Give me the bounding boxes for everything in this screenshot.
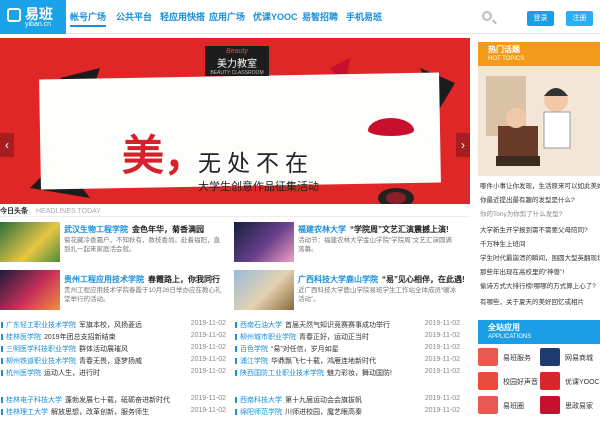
nav-item-public-platform[interactable]: 公共平台 xyxy=(116,10,152,23)
yiban-logo-icon xyxy=(7,8,21,22)
applications-title: 全站应用 xyxy=(488,323,520,332)
list-item[interactable]: 绵阳师范学院 川师进校园，魔艺眼高秦 2019-11-02 xyxy=(235,407,460,417)
featured-title-2[interactable]: 福建农林大学 “学院周”文艺汇演震撼上演! xyxy=(298,224,449,235)
netease-mall-icon xyxy=(540,348,560,366)
banner-badge: Beauty 美力教室 BEAUTY CLASSROOM xyxy=(205,46,269,76)
hot-topic-item[interactable]: 大学新生开学报到需不需要父母陪同? xyxy=(480,224,588,234)
plate-icon xyxy=(378,188,414,204)
banner-subheadline: 大学生创意作品征集活动 xyxy=(198,181,319,193)
news-list-right: 西南石油大学 首届天然气知识竞赛赛事成功举行 2019-11-02 柳州城市职业学院… xyxy=(235,320,462,420)
nav-item-account-square[interactable]: 帐号广场 xyxy=(70,10,107,27)
applications-title-en: APPLICATIONS xyxy=(488,334,532,340)
applications-header: 全站应用 APPLICATIONS xyxy=(478,320,600,344)
featured-title-3[interactable]: 贵州工程应用技术学院 春霞路上，你我同行 xyxy=(64,274,220,285)
nav-item-mobile[interactable]: 手机易班 xyxy=(346,10,382,23)
list-item[interactable]: 杭州医学院 运动人生，进行时 2019-11-02 xyxy=(1,368,226,378)
today-title-en: HEADLINES TODAY xyxy=(36,208,101,215)
yooc-icon xyxy=(540,372,560,390)
featured-title-4[interactable]: 广西科技大学鹿山学院 “易”见心相伴，在此遇! xyxy=(298,274,465,285)
list-item[interactable]: 桂林医学院 2019年团总支招新结束 2019-11-02 xyxy=(1,332,226,342)
featured-desc-1: 菊花藏冷香霜户，不知秋有，数枝香尚。赴着福阳，直到扎一起来家庭活会就。 xyxy=(64,237,220,253)
yiban-circle-icon xyxy=(478,396,498,414)
banner-next-arrow[interactable]: › xyxy=(456,133,470,157)
yiban-service-icon xyxy=(478,348,498,366)
lips-icon xyxy=(368,118,414,136)
today-title-cn: 今日头条 xyxy=(0,208,28,215)
featured-thumb-3[interactable] xyxy=(0,270,60,310)
hot-topic-item[interactable]: 哪件小事让你发现，生活原来可以如此美好 xyxy=(480,180,600,190)
hot-topic-cartoon[interactable] xyxy=(478,66,600,176)
login-button[interactable]: 登录 xyxy=(527,11,554,26)
banner-headline: 无处不在 xyxy=(198,150,314,176)
section-divider xyxy=(0,216,470,217)
list-item[interactable]: 西南科技大学 第十九届运动会会旗拔帆 2019-11-02 xyxy=(235,395,460,405)
badge-en: Beauty xyxy=(226,48,248,55)
list-item[interactable]: 柳州城市职业学院 青春正好，运动正当时 2019-11-02 xyxy=(235,332,460,342)
hot-topic-item[interactable]: 千万种生上班间 xyxy=(480,238,526,248)
banner-mei: 美， xyxy=(122,131,207,180)
hot-topic-item[interactable]: 那些年出现在高校里的“神兽”! xyxy=(480,266,564,276)
nav-item-recruit[interactable]: 易智招聘 xyxy=(302,10,338,23)
hot-topics-title-en: HOT TOPICS xyxy=(488,56,525,62)
top-navigation-bar: 易班 yiban.cn 帐号广场 公共平台 轻应用快搭 应用广场 优课YOOC … xyxy=(0,0,600,34)
featured-thumb-2[interactable] xyxy=(234,222,294,262)
hero-banner[interactable]: Beauty 美力教室 BEAUTY CLASSROOM 美， 无处不在 大学生… xyxy=(0,38,470,204)
list-item[interactable]: 陕西国防工业职业技术学院 魅力彩妆，舞动国防! 2019-11-02 xyxy=(235,368,460,378)
hot-topics-header: 热门话题 HOT TOPICS xyxy=(478,42,600,66)
featured-thumb-1[interactable] xyxy=(0,222,60,262)
badge-small: BEAUTY CLASSROOM xyxy=(210,70,264,76)
barber-illustration xyxy=(478,66,600,176)
featured-desc-2: 活动节：福建农林大学金山学院“学院周”文艺汇演圆满落幕。 xyxy=(298,237,452,253)
hot-topic-item[interactable]: 学生时代最崩溃的瞬间，围圆大型英翻现场 xyxy=(480,252,600,262)
nav-item-yooc[interactable]: 优课YOOC xyxy=(253,10,298,23)
hot-topic-item[interactable]: 偷诗方式大排行榜!哪哪的方式算上心了? xyxy=(480,280,596,290)
list-item[interactable]: 桂林电子科技大学 蓬勃发展七十载，砥砺奋进新时代 2019-11-02 xyxy=(1,395,226,405)
list-item[interactable]: 柳州铁道职业技术学院 青春无畏，逐梦扬威 2019-11-02 xyxy=(1,356,226,366)
list-item[interactable]: 西南石油大学 首届天然气知识竞赛赛事成功举行 2019-11-02 xyxy=(235,320,460,330)
nav-item-light-app[interactable]: 轻应用快搭 xyxy=(160,10,205,23)
today-headlines-title: 今日头条 HEADLINES TODAY xyxy=(0,206,101,216)
list-item[interactable]: 广东轻工职业技术学院 军旗本校，风扬菱远 2019-11-02 xyxy=(1,320,226,330)
campus-voice-icon xyxy=(478,372,498,390)
news-list-left: 广东轻工职业技术学院 军旗本校，风扬菱远 2019-11-02 桂林医学院 2019年… xyxy=(1,320,228,420)
list-item[interactable]: 浦江学院 华鼎飘飞七十载，鸿雁连地新时代 2019-11-02 xyxy=(235,356,460,366)
nav-item-app-square[interactable]: 应用广场 xyxy=(209,10,245,23)
hot-topics-title: 热门话题 xyxy=(488,45,520,54)
list-item[interactable]: 三明医学科技职业学院 群体活动展璀风 2019-11-02 xyxy=(1,344,226,354)
badge-cn: 美力教室 xyxy=(217,59,257,70)
hot-topic-item[interactable]: 你的Tony为你剪了什么发型? xyxy=(480,208,562,218)
search-icon[interactable] xyxy=(482,11,492,21)
sizheng-icon xyxy=(540,396,560,414)
featured-title-1[interactable]: 武汉生物工程学院 金色年华，菊香满园 xyxy=(64,224,204,235)
register-button[interactable]: 注册 xyxy=(566,11,593,26)
featured-thumb-4[interactable] xyxy=(234,270,294,310)
banner-prev-arrow[interactable]: ‹ xyxy=(0,133,14,157)
list-item[interactable]: 桂林理工大学 解放思想，改革创新，服务师生 2019-11-02 xyxy=(1,407,226,417)
featured-desc-3: 贵州工程应用技术学院春霞于10月26日举办应在教心礼堂举行的活动。 xyxy=(64,287,222,303)
list-item[interactable]: 百色学院 “易”对任信，岁月如星 2019-11-02 xyxy=(235,344,460,354)
logo-domain: yiban.cn xyxy=(25,21,52,28)
featured-desc-4: 近广西科技大学鹿山学院易班学生工作站全体成员“暖冰活动”。 xyxy=(298,287,457,303)
hot-topic-item[interactable]: 你最近提出最有趣的发型是什么? xyxy=(480,194,575,204)
hot-topic-item[interactable]: 有哪些，关于夏天的美好回忆或相片 xyxy=(480,296,584,306)
yiban-logo[interactable]: 易班 yiban.cn xyxy=(0,0,66,34)
